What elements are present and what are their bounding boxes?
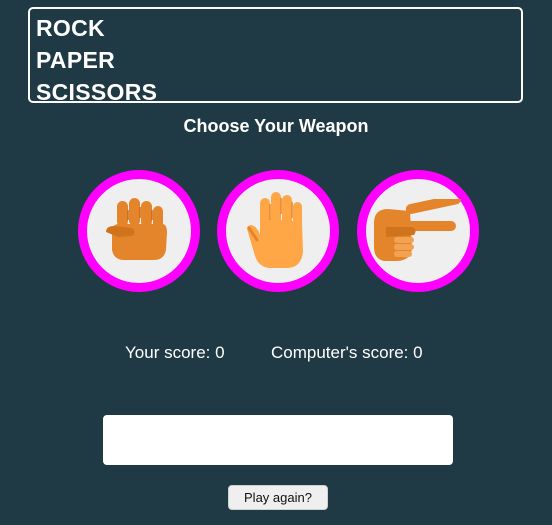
player-score: Your score: 0 xyxy=(125,343,225,363)
scissors-button[interactable] xyxy=(357,170,479,292)
computer-score-label: Computer's score: xyxy=(271,343,409,362)
paper-hand-icon xyxy=(243,190,313,272)
paper-button[interactable] xyxy=(217,170,339,292)
play-again-button[interactable]: Play again? xyxy=(228,485,328,510)
title-line-rock: ROCK xyxy=(36,15,105,41)
title-line-scissors: SCISSORS xyxy=(36,79,158,105)
player-score-label: Your score: xyxy=(125,343,211,362)
rock-fist-icon xyxy=(104,198,174,264)
computer-score: Computer's score: 0 xyxy=(271,343,423,363)
choose-weapon-heading: Choose Your Weapon xyxy=(183,116,369,136)
rock-button[interactable] xyxy=(78,170,200,292)
result-display xyxy=(103,415,453,465)
title-line-paper: PAPER xyxy=(36,47,116,73)
scissors-hand-icon xyxy=(372,199,464,263)
game-title: ROCK PAPER SCISSORS xyxy=(28,7,523,105)
player-score-value: 0 xyxy=(215,343,225,362)
computer-score-value: 0 xyxy=(413,343,423,362)
